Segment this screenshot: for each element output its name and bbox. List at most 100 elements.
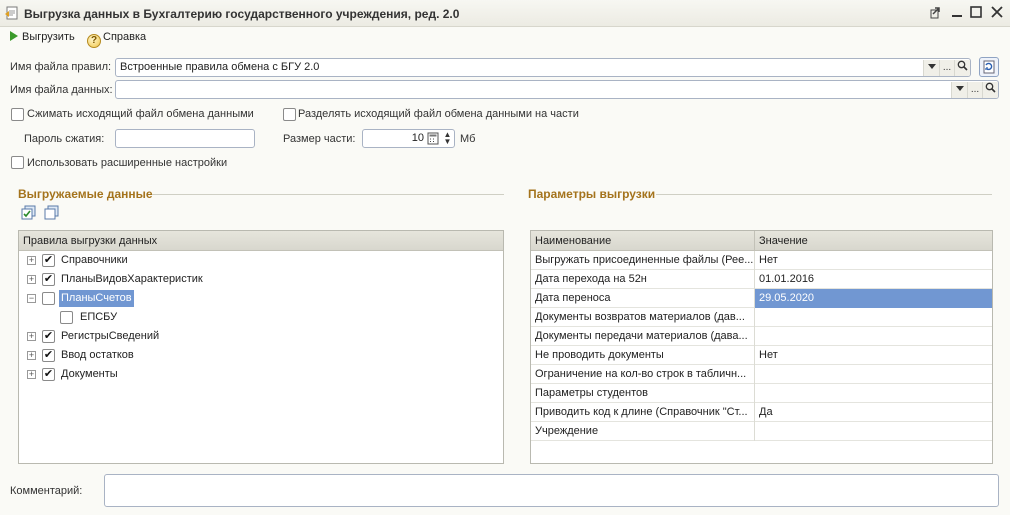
param-value[interactable]: Нет	[755, 251, 992, 270]
table-row[interactable]: Выгружать присоединенные файлы (Рее... Не…	[531, 251, 992, 270]
expand-icon[interactable]: +	[27, 332, 36, 341]
tree-item-label: Справочники	[61, 254, 128, 266]
rules-file-value: Встроенные правила обмена с БГУ 2.0	[120, 61, 320, 73]
tree-row[interactable]: + ✔ Документы	[19, 365, 503, 384]
export-data-title: Выгружаемые данные	[18, 187, 153, 201]
tree-item-label: Ввод остатков	[61, 349, 134, 361]
divider	[152, 194, 504, 195]
param-value[interactable]: Нет	[755, 346, 992, 365]
rules-file-label: Имя файла правил:	[10, 61, 112, 73]
table-row[interactable]: Документы возвратов материалов (дав...	[531, 308, 992, 327]
tree-column-header: Правила выгрузки данных	[19, 231, 503, 251]
calculator-icon[interactable]	[427, 132, 439, 145]
password-label: Пароль сжатия:	[24, 133, 105, 145]
part-size-spinner[interactable]: ▲ ▼	[442, 131, 453, 146]
tree-checkbox[interactable]	[42, 292, 55, 305]
expand-icon[interactable]: +	[27, 275, 36, 284]
table-row[interactable]: Приводить код к длине (Справочник "Ст...…	[531, 403, 992, 422]
param-value[interactable]: 01.01.2016	[755, 270, 992, 289]
col-name-header: Наименование	[535, 235, 612, 247]
rules-select-button[interactable]: ...	[939, 60, 954, 76]
rules-open-button[interactable]	[954, 60, 970, 76]
param-value[interactable]: Да	[755, 403, 992, 422]
data-file-input[interactable]: ...	[115, 80, 999, 99]
tree-row[interactable]: ЕПСБУ	[19, 308, 503, 327]
compress-checkbox[interactable]	[11, 108, 24, 121]
comment-label: Комментарий:	[10, 485, 83, 497]
table-row[interactable]: Не проводить документы Нет	[531, 346, 992, 365]
help-button[interactable]: ? Справка	[87, 30, 147, 48]
maximize-icon[interactable]	[967, 5, 985, 23]
table-row[interactable]: Ограничение на кол-во строк в табличн...	[531, 365, 992, 384]
tree-item-label: ЕПСБУ	[80, 311, 118, 323]
tree-checkbox[interactable]: ✔	[42, 368, 55, 381]
param-name: Ограничение на кол-во строк в табличн...	[535, 368, 747, 380]
tree-checkbox[interactable]: ✔	[42, 349, 55, 362]
export-button[interactable]: Выгрузить	[10, 30, 75, 44]
table-row[interactable]: Дата переноса 29.05.2020	[531, 289, 992, 308]
col-value-header: Значение	[759, 235, 808, 247]
search-icon	[957, 60, 968, 71]
advanced-label: Использовать расширенные настройки	[27, 157, 228, 169]
rules-dropdown-button[interactable]	[923, 60, 939, 76]
table-row[interactable]: Учреждение	[531, 422, 992, 441]
param-name: Приводить код к длине (Справочник "Ст...	[535, 406, 748, 418]
tree-row[interactable]: + ✔ ПланыВидовХарактеристик	[19, 270, 503, 289]
expand-icon[interactable]: +	[27, 370, 36, 379]
part-size-value: 10	[411, 132, 424, 144]
param-name: Документы возвратов материалов (дав...	[535, 311, 745, 323]
reload-icon	[983, 60, 995, 74]
tree-row[interactable]: − ПланыСчетов	[19, 289, 503, 308]
tree-item-label: ПланыВидовХарактеристик	[61, 273, 203, 285]
tree-item-label: РегистрыСведений	[61, 330, 160, 342]
export-rules-tree: Правила выгрузки данных + ✔ Справочники + ✔ П…	[18, 230, 504, 464]
advanced-checkbox[interactable]	[11, 156, 24, 169]
minimize-icon[interactable]	[948, 5, 966, 23]
part-size-input[interactable]: 10 ▲ ▼	[362, 129, 455, 148]
param-value[interactable]	[755, 365, 992, 384]
expand-icon[interactable]: +	[27, 351, 36, 360]
param-name: Дата переноса	[535, 292, 611, 304]
param-value[interactable]	[755, 308, 992, 327]
table-row[interactable]: Документы передачи материалов (дава...	[531, 327, 992, 346]
tree-row[interactable]: + ✔ Справочники	[19, 251, 503, 270]
link-icon[interactable]	[928, 5, 946, 23]
tree-row[interactable]: + ✔ Ввод остатков	[19, 346, 503, 365]
tree-checkbox[interactable]: ✔	[42, 330, 55, 343]
play-icon	[10, 31, 18, 41]
comment-input[interactable]	[104, 474, 999, 507]
help-button-label: Справка	[103, 31, 147, 43]
tree-checkbox[interactable]: ✔	[42, 254, 55, 267]
param-value[interactable]	[755, 422, 992, 441]
chevron-down-icon	[927, 64, 936, 69]
param-value[interactable]: 29.05.2020	[755, 289, 992, 308]
table-row[interactable]: Дата перехода на 52н 01.01.2016	[531, 270, 992, 289]
data-open-button[interactable]	[982, 82, 998, 98]
tree-checkbox[interactable]	[60, 311, 73, 324]
param-name: Выгружать присоединенные файлы (Рее...	[535, 254, 754, 266]
part-size-label: Размер части:	[283, 133, 356, 145]
password-input[interactable]	[115, 129, 255, 148]
check-all-button[interactable]	[21, 205, 37, 221]
window-title: Выгрузка данных в Бухгалтерию государств…	[24, 7, 460, 21]
param-value[interactable]	[755, 327, 992, 346]
data-dropdown-button[interactable]	[951, 82, 967, 98]
uncheck-all-icon	[44, 205, 59, 220]
rules-file-input[interactable]: Встроенные правила обмена с БГУ 2.0 ...	[115, 58, 971, 77]
uncheck-all-button[interactable]	[44, 205, 60, 221]
check-all-icon	[21, 205, 36, 220]
tree-checkbox[interactable]: ✔	[42, 273, 55, 286]
collapse-icon[interactable]: −	[27, 294, 36, 303]
split-label: Разделять исходящий файл обмена данными …	[298, 108, 579, 120]
tree-row[interactable]: + ✔ РегистрыСведений	[19, 327, 503, 346]
table-row[interactable]: Параметры студентов	[531, 384, 992, 403]
app-icon	[5, 6, 18, 20]
data-select-button[interactable]: ...	[967, 82, 982, 98]
data-file-label: Имя файла данных:	[10, 84, 113, 96]
expand-icon[interactable]: +	[27, 256, 36, 265]
refresh-rules-button[interactable]	[979, 57, 999, 77]
close-icon[interactable]	[988, 5, 1006, 23]
param-value[interactable]	[755, 384, 992, 403]
param-name: Документы передачи материалов (дава...	[535, 330, 748, 342]
split-checkbox[interactable]	[283, 108, 296, 121]
